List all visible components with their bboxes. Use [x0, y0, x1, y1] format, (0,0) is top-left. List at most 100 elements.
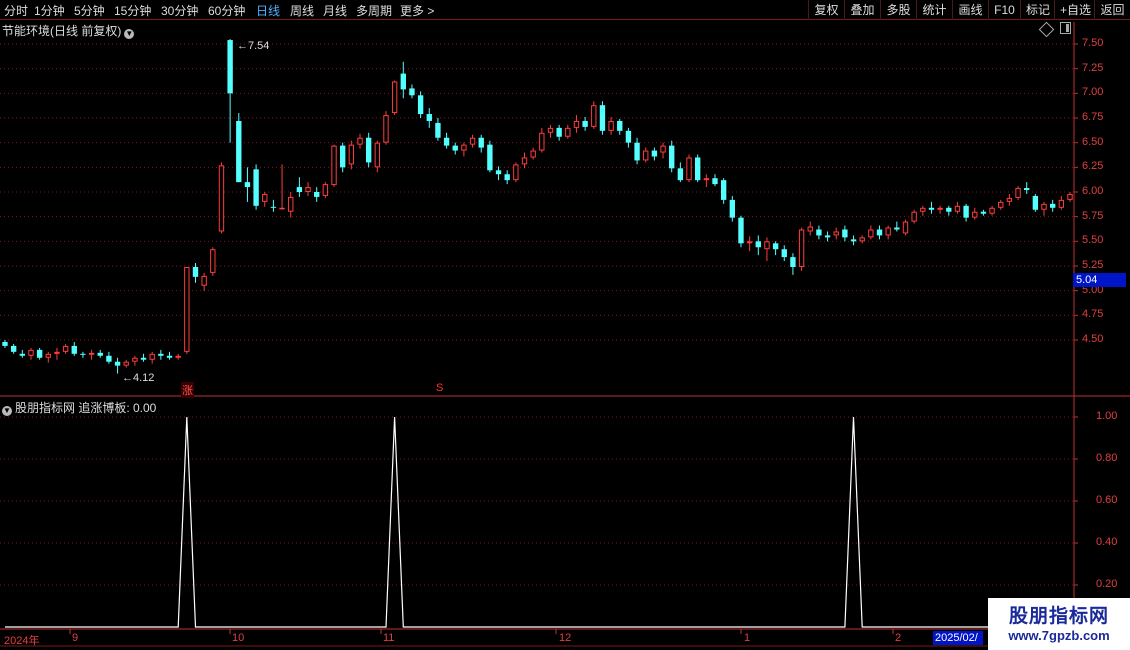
f10-button[interactable]: F10 [988, 0, 1020, 20]
price-axis-label: 6.00 [1082, 185, 1104, 197]
price-axis-label: 4.50 [1082, 333, 1104, 345]
candle-body-up [1067, 193, 1073, 200]
period-30min[interactable]: 30分钟 [161, 2, 198, 19]
stats-button[interactable]: 统计 [916, 0, 952, 20]
candle-body-up [703, 178, 710, 181]
candle-body-up [279, 207, 285, 210]
candle-body-down [850, 239, 857, 242]
period-multi[interactable]: 多周期 [356, 2, 392, 19]
candle-body-up [1015, 188, 1021, 198]
candle-body-down [19, 353, 26, 356]
indicator-title[interactable]: ▼ 股朋指标网 追涨博板: 0.00 [2, 399, 156, 416]
candle-body-up [686, 157, 692, 181]
candle-body-up [660, 145, 666, 153]
candle-body-up [547, 127, 554, 133]
draw-button[interactable]: 画线 [952, 0, 988, 20]
candle-body-down [599, 105, 606, 131]
candle-body-down [487, 144, 493, 171]
overlay-button[interactable]: 叠加 [844, 0, 880, 20]
x-label-year: 2024年 [4, 635, 40, 647]
mark-button[interactable]: 标记 [1020, 0, 1054, 20]
diamond-icon[interactable] [1038, 21, 1055, 38]
candle-body-up [28, 349, 34, 356]
candle-body-up [868, 229, 874, 238]
candle-body-down [651, 150, 658, 157]
candle-body-up [764, 241, 770, 250]
candle-body-down [712, 178, 718, 185]
candle-body-down [314, 192, 320, 197]
candle-body-up [184, 266, 190, 352]
period-daily[interactable]: 日线 [256, 2, 280, 19]
candle-body-down [114, 361, 121, 366]
candle-body-up [149, 353, 155, 360]
add-watchlist-button[interactable]: +自选 [1054, 0, 1094, 20]
high-price-label: ←7.54 [237, 40, 270, 52]
back-button[interactable]: 返回 [1094, 0, 1130, 20]
candle-body-up [348, 144, 355, 165]
candle-body-up [54, 351, 60, 354]
candle-body-down [71, 345, 77, 354]
indicator-line [5, 416, 1130, 628]
candle-body-up [175, 355, 181, 358]
candle-body-down [556, 127, 562, 137]
x-label-nov: 11 [383, 632, 395, 644]
candle-body-down [617, 120, 623, 131]
candle-body-up [989, 207, 995, 214]
candle-body-up [539, 132, 545, 151]
candle-body-down [738, 217, 744, 244]
main-chart-title[interactable]: 节能环境(日线 前复权) ▼ [2, 22, 135, 39]
candle-body-up [573, 120, 580, 128]
candle-body-up [62, 345, 69, 352]
candle-body-down [140, 357, 147, 360]
fuquan-button[interactable]: 复权 [808, 0, 844, 20]
candle-body-down [192, 266, 199, 277]
price-axis-label: 7.25 [1082, 61, 1104, 74]
candle-body-up [88, 352, 95, 355]
chevron-down-icon[interactable]: ▼ [124, 29, 135, 39]
candle-body-up [859, 237, 865, 242]
multi-stock-button[interactable]: 多股 [880, 0, 916, 20]
candle-body-up [998, 201, 1004, 208]
candle-body-down [582, 120, 588, 127]
x-label-oct: 10 [232, 632, 245, 644]
chevron-down-icon[interactable]: ▼ [2, 406, 12, 416]
period-15min[interactable]: 15分钟 [114, 2, 151, 19]
candle-body-down [816, 229, 822, 236]
candle-body-up [391, 81, 398, 114]
period-60min[interactable]: 60分钟 [208, 2, 245, 19]
candle-body-down [842, 229, 848, 238]
period-1min[interactable]: 1分钟 [34, 2, 65, 19]
period-weekly[interactable]: 周线 [290, 2, 314, 19]
period-more[interactable]: 更多 > [400, 2, 434, 19]
period-5min[interactable]: 5分钟 [74, 2, 105, 19]
period-monthly[interactable]: 月线 [323, 2, 347, 19]
candle-body-down [106, 355, 112, 362]
candle-body-up [911, 211, 917, 222]
candle-body-down [417, 95, 424, 115]
candle-body-down [790, 257, 796, 267]
indicator-axis-label: 0.60 [1096, 494, 1118, 506]
period-fenshi[interactable]: 分时 [4, 2, 28, 19]
candle-body-down [694, 157, 701, 181]
candle-body-down [963, 205, 969, 218]
candle-body-up [954, 205, 961, 212]
x-label-feb: 2 [895, 632, 902, 644]
candle-body-down [97, 352, 103, 356]
candle-body-up [530, 150, 536, 158]
current-price-badge: 5.04 [1073, 273, 1126, 287]
main-chart-title-text: 节能环境(日线 前复权) [2, 24, 122, 38]
candle-body-down [158, 353, 164, 356]
price-axis-label: 4.75 [1082, 308, 1104, 321]
candle-body-up [357, 137, 363, 145]
candle-body-down [928, 207, 935, 210]
candle-body-down [409, 88, 415, 96]
candle-body-down [2, 341, 8, 346]
candle-body-up [288, 196, 294, 212]
candle-body-up [521, 157, 528, 165]
x-label-sep: 9 [72, 632, 79, 644]
candle-body-down [36, 349, 43, 358]
price-axis-label: 5.75 [1082, 209, 1104, 222]
panel-toggle-icon[interactable] [1060, 22, 1071, 34]
candle-body-down [894, 227, 900, 230]
candle-body-down [426, 114, 432, 121]
